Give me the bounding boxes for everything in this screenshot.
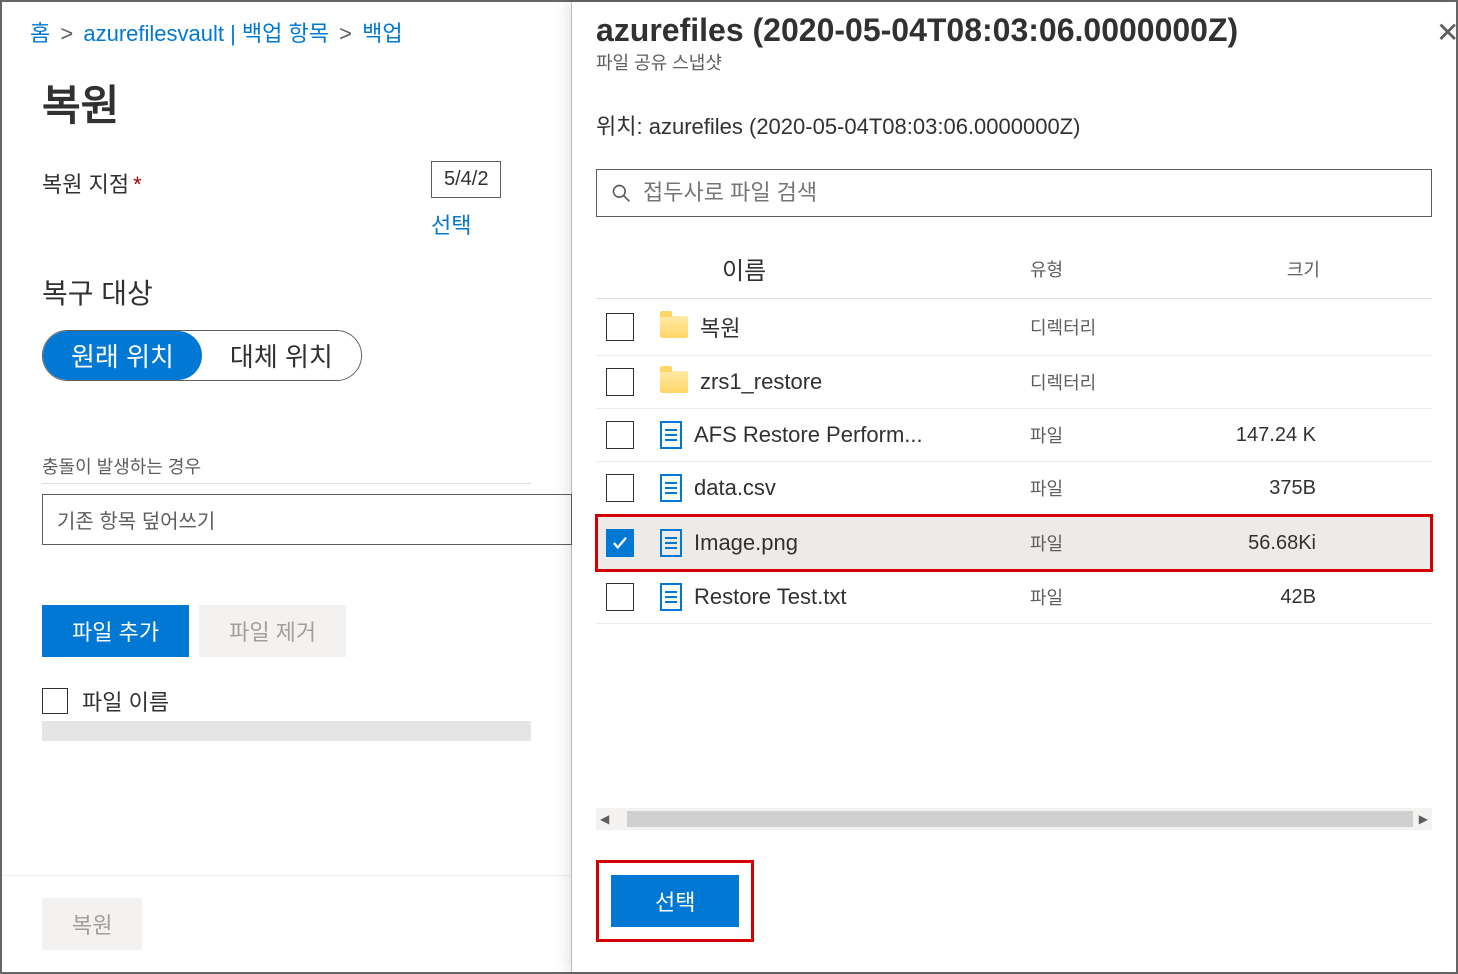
row-type: 파일 [1030, 584, 1220, 610]
col-type[interactable]: 유형 [1030, 256, 1220, 282]
col-name[interactable]: 이름 [660, 251, 1030, 286]
close-icon[interactable]: ✕ [1436, 16, 1456, 49]
row-checkbox[interactable] [606, 313, 634, 341]
location-toggle: 원래 위치 대체 위치 [42, 330, 362, 381]
row-checkbox[interactable] [606, 421, 634, 449]
restore-point-value[interactable]: 5/4/2 [431, 161, 501, 198]
breadcrumb-backup[interactable]: 백업 [362, 21, 402, 46]
page-title: 복원 [2, 56, 571, 161]
folder-icon [660, 316, 688, 338]
row-checkbox[interactable] [606, 583, 634, 611]
scroll-right-icon[interactable]: ▶ [1419, 812, 1428, 826]
restore-button[interactable]: 복원 [42, 898, 142, 950]
row-name: Restore Test.txt [694, 584, 846, 610]
row-checkbox[interactable] [606, 529, 634, 557]
row-name: 복원 [700, 311, 740, 343]
file-icon [660, 474, 682, 502]
search-input-wrapper[interactable] [596, 169, 1432, 217]
row-name-cell: Restore Test.txt [660, 583, 1030, 611]
file-icon [660, 421, 682, 449]
location-alternative[interactable]: 대체 위치 [202, 331, 361, 380]
row-name: AFS Restore Perform... [694, 422, 923, 448]
select-restore-point-link[interactable]: 선택 [431, 208, 531, 240]
scroll-track[interactable] [627, 811, 1413, 827]
row-name-cell: data.csv [660, 474, 1030, 502]
select-button[interactable]: 선택 [611, 875, 739, 927]
table-row[interactable]: AFS Restore Perform... 파일147.24 K [596, 409, 1432, 462]
add-file-button[interactable]: 파일 추가 [42, 605, 189, 657]
breadcrumb-vault[interactable]: azurefilesvault | 백업 항목 [83, 21, 329, 46]
file-icon [660, 583, 682, 611]
location-label: 위치: azurefiles (2020-05-04T08:03:06.0000… [596, 109, 1432, 141]
row-type: 디렉터리 [1030, 369, 1220, 395]
restore-point-label: 복원 지점* [42, 161, 431, 199]
table-row[interactable]: data.csv 파일375B [596, 462, 1432, 515]
row-name-cell: Image.png [660, 529, 1030, 557]
row-type: 파일 [1030, 530, 1220, 556]
breadcrumb-home[interactable]: 홈 [30, 21, 50, 46]
row-size: 42B [1220, 586, 1320, 609]
table-row[interactable]: 복원 디렉터리 [596, 299, 1432, 356]
row-size: 147.24 K [1220, 424, 1320, 447]
search-icon [611, 183, 631, 203]
location-original[interactable]: 원래 위치 [43, 331, 202, 380]
col-size[interactable]: 크기 [1220, 256, 1320, 282]
row-name-cell: AFS Restore Perform... [660, 421, 1030, 449]
breadcrumb-sep: > [339, 21, 352, 46]
conflict-label: 충돌이 발생하는 경우 [42, 453, 531, 484]
breadcrumb: 홈 > azurefilesvault | 백업 항목 > 백업 [2, 2, 571, 56]
select-button-highlight: 선택 [596, 860, 754, 942]
file-name-label: 파일 이름 [82, 685, 169, 717]
horizontal-scrollbar[interactable] [42, 721, 531, 741]
table-row[interactable]: Restore Test.txt 파일42B [596, 571, 1432, 624]
file-table: 이름 유형 크기 복원디렉터리zrs1_restore디렉터리AFS Resto… [596, 239, 1432, 624]
row-checkbox[interactable] [606, 474, 634, 502]
table-row[interactable]: zrs1_restore 디렉터리 [596, 356, 1432, 409]
panel-subtitle: 파일 공유 스냅샷 [596, 49, 1432, 75]
file-table-scrollbar[interactable]: ◀ ▶ [596, 808, 1432, 830]
panel-title: azurefiles (2020-05-04T08:03:06.0000000Z… [596, 12, 1432, 49]
file-picker-panel: azurefiles (2020-05-04T08:03:06.0000000Z… [572, 2, 1456, 972]
file-name-checkbox[interactable] [42, 688, 68, 714]
row-type: 파일 [1030, 422, 1220, 448]
row-type: 디렉터리 [1030, 314, 1220, 340]
row-name-cell: 복원 [660, 311, 1030, 343]
recovery-target-title: 복구 대상 [42, 272, 531, 312]
row-checkbox[interactable] [606, 368, 634, 396]
row-name: data.csv [694, 475, 776, 501]
folder-icon [660, 371, 688, 393]
restore-panel: 홈 > azurefilesvault | 백업 항목 > 백업 복원 복원 지… [2, 2, 572, 972]
conflict-dropdown[interactable]: 기존 항목 덮어쓰기 [42, 494, 572, 545]
row-type: 파일 [1030, 475, 1220, 501]
file-icon [660, 529, 682, 557]
row-size: 375B [1220, 477, 1320, 500]
row-name: Image.png [694, 530, 798, 556]
row-name: zrs1_restore [700, 369, 822, 395]
scroll-left-icon[interactable]: ◀ [600, 812, 609, 826]
search-input[interactable] [643, 180, 1417, 206]
row-size: 56.68Ki [1220, 532, 1320, 555]
table-row[interactable]: Image.png 파일56.68Ki [596, 515, 1432, 571]
remove-file-button[interactable]: 파일 제거 [199, 605, 346, 657]
table-header: 이름 유형 크기 [596, 239, 1432, 299]
breadcrumb-sep: > [60, 21, 73, 46]
row-name-cell: zrs1_restore [660, 369, 1030, 395]
